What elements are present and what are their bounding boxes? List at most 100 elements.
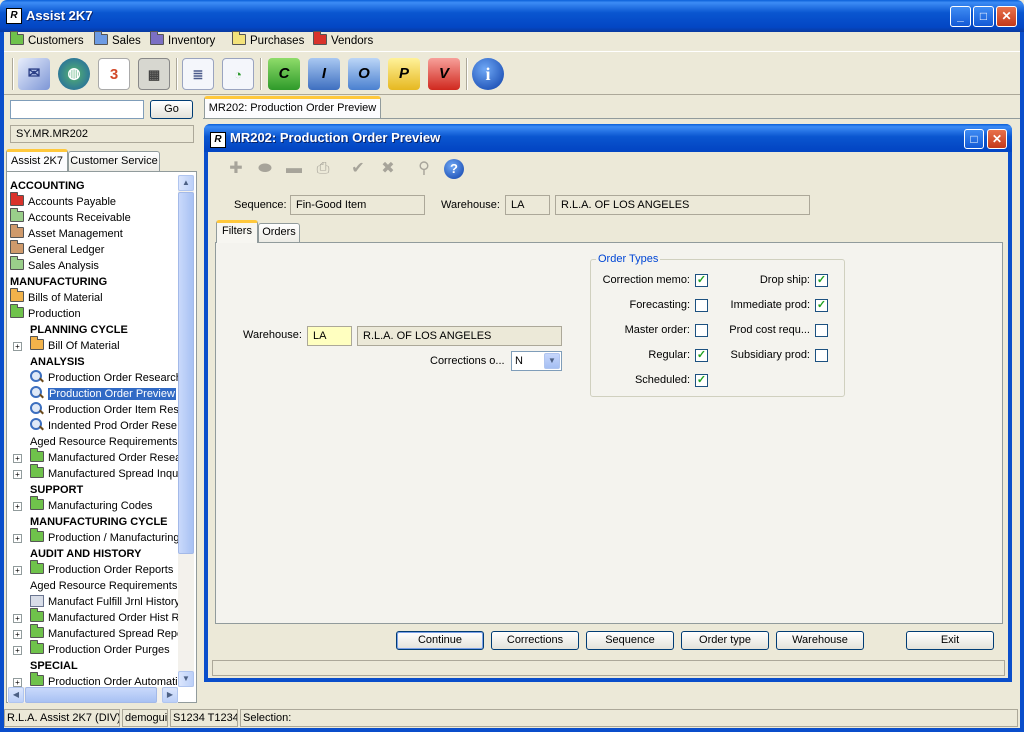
check-icon[interactable]: ✔ <box>348 159 368 179</box>
exit-button[interactable]: Exit <box>906 631 994 650</box>
scroll-down-icon[interactable]: ▼ <box>178 671 194 687</box>
menu-sales[interactable]: Sales <box>94 31 141 49</box>
maximize-button[interactable]: □ <box>973 6 994 27</box>
chevron-down-icon[interactable]: ▼ <box>544 353 560 369</box>
expand-icon[interactable]: + <box>13 454 22 463</box>
tree-item-production-order-reports[interactable]: Production Order Reports <box>30 560 173 578</box>
search-input[interactable] <box>10 100 144 119</box>
tree-item-manufact-fulfill-jrnl-history[interactable]: Manufact Fulfill Jrnl History <box>30 594 180 610</box>
tree-item-bills-of-material[interactable]: Bills of Material <box>10 288 103 306</box>
sequence-field[interactable]: Fin-Good Item <box>290 195 425 215</box>
document-tab[interactable]: MR202: Production Order Preview <box>204 96 381 118</box>
master-order-checkbox[interactable] <box>695 324 708 337</box>
tab-orders[interactable]: Orders <box>258 223 300 242</box>
warehouse-button[interactable]: Warehouse <box>776 631 864 650</box>
tree-item-general-ledger[interactable]: General Ledger <box>10 240 104 258</box>
inner-close-button[interactable]: ✕ <box>987 129 1007 149</box>
mail-icon[interactable]: ✉ <box>18 58 50 90</box>
warehouse-code-field[interactable]: LA <box>505 195 550 215</box>
calendar-icon[interactable]: 3 <box>98 58 130 90</box>
expand-icon[interactable]: + <box>13 342 22 351</box>
tree-item-aged-resource-requirements-f[interactable]: Aged Resource Requirements F <box>30 578 187 594</box>
filter-warehouse-code-input[interactable]: LA <box>307 326 352 346</box>
close-button[interactable]: ✕ <box>996 6 1017 27</box>
scheduled-checkbox[interactable]: ✓ <box>695 374 708 387</box>
go-button[interactable]: Go <box>150 100 193 119</box>
inner-window-title-bar[interactable]: R MR202: Production Order Preview □ ✕ <box>204 124 1012 152</box>
tree-heading-support[interactable]: SUPPORT <box>30 482 83 498</box>
tab-customer-service[interactable]: Customer Service <box>68 151 160 171</box>
corrections-button[interactable]: Corrections <box>491 631 579 650</box>
scroll-right-icon[interactable]: ▶ <box>162 687 178 703</box>
expand-icon[interactable]: + <box>13 534 22 543</box>
help-icon[interactable]: ? <box>444 159 464 179</box>
expand-icon[interactable]: + <box>13 678 22 687</box>
o-folder-icon[interactable]: O <box>348 58 380 90</box>
tree-item-asset-management[interactable]: Asset Management <box>10 224 123 242</box>
tree-heading-manufacturing-cycle[interactable]: MANUFACTURING CYCLE <box>30 514 168 530</box>
add-icon[interactable]: ✚ <box>226 159 246 179</box>
tree-item-manufactured-spread-inquiry[interactable]: Manufactured Spread Inqu <box>30 464 178 482</box>
close-icon[interactable]: ✖ <box>378 159 398 179</box>
forecasting-checkbox[interactable] <box>695 299 708 312</box>
scroll-thumb[interactable] <box>178 192 194 554</box>
expand-icon[interactable]: + <box>13 470 22 479</box>
tree-item-manufactured-order-hist[interactable]: Manufactured Order Hist R <box>30 608 179 626</box>
scroll-thumb[interactable] <box>25 687 157 703</box>
tree-item-manufactured-order-research[interactable]: Manufactured Order Resea <box>30 448 181 466</box>
p-folder-icon[interactable]: P <box>388 58 420 90</box>
app-title-bar[interactable]: R Assist 2K7 _ □ ✕ <box>0 0 1024 32</box>
order-type-button[interactable]: Order type <box>681 631 769 650</box>
tree-item-production-order-preview[interactable]: Production Order Preview <box>30 386 177 402</box>
tree-item-manufacturing-codes[interactable]: Manufacturing Codes <box>30 496 153 514</box>
tree-item-sales-analysis[interactable]: Sales Analysis <box>10 256 99 274</box>
tree-heading-planning-cycle[interactable]: PLANNING CYCLE <box>30 322 128 338</box>
subsidiary-prod-checkbox[interactable] <box>815 349 828 362</box>
tree-heading-manufacturing[interactable]: MANUFACTURING <box>10 274 107 290</box>
tree-heading-analysis[interactable]: ANALYSIS <box>30 354 85 370</box>
tree-item-accounts-payable[interactable]: Accounts Payable <box>10 192 116 210</box>
print-icon[interactable]: ⎙ <box>313 159 333 179</box>
menu-customers[interactable]: Customers <box>10 31 84 49</box>
calculator-icon[interactable]: ▦ <box>138 58 170 90</box>
menu-vendors[interactable]: Vendors <box>313 31 373 49</box>
prod-cost-required-checkbox[interactable] <box>815 324 828 337</box>
v-folder-icon[interactable]: V <box>428 58 460 90</box>
i-folder-icon[interactable]: I <box>308 58 340 90</box>
sequence-button[interactable]: Sequence <box>586 631 674 650</box>
c-folder-icon[interactable]: C <box>268 58 300 90</box>
minimize-button[interactable]: _ <box>950 6 971 27</box>
tree-item-accounts-receivable[interactable]: Accounts Receivable <box>10 208 131 226</box>
tree-heading-audit-and-history[interactable]: AUDIT AND HISTORY <box>30 546 141 562</box>
tab-filters[interactable]: Filters <box>216 220 258 243</box>
expand-icon[interactable]: + <box>13 502 22 511</box>
tree-vertical-scrollbar[interactable]: ▲ ▼ <box>178 175 194 687</box>
expand-icon[interactable]: + <box>13 646 22 655</box>
delete-icon[interactable]: ▬ <box>284 159 304 179</box>
cancel-oval-icon[interactable]: ⬬ <box>255 159 275 179</box>
report-icon[interactable]: ≣ <box>182 58 214 90</box>
continue-button[interactable]: Continue <box>396 631 484 650</box>
tree-item-production-order-item-research[interactable]: Production Order Item Res <box>30 402 179 418</box>
expand-icon[interactable]: + <box>13 630 22 639</box>
tab-assist-2k7[interactable]: Assist 2K7 <box>6 149 68 172</box>
expand-icon[interactable]: + <box>13 614 22 623</box>
menu-inventory[interactable]: Inventory <box>150 31 215 49</box>
tree-item-indented-prod-order-research[interactable]: Indented Prod Order Rese <box>30 418 177 434</box>
drop-ship-checkbox[interactable]: ✓ <box>815 274 828 287</box>
menu-purchases[interactable]: Purchases <box>232 31 304 49</box>
scroll-up-icon[interactable]: ▲ <box>178 175 194 191</box>
tree-item-production-order-purges[interactable]: Production Order Purges <box>30 640 170 658</box>
corrections-only-select[interactable]: N ▼ <box>511 351 562 371</box>
tree-item-aged-resource-requirements[interactable]: Aged Resource Requirements <box>30 434 177 450</box>
search-icon[interactable]: ⚲ <box>414 159 434 179</box>
correction-memo-checkbox[interactable]: ✓ <box>695 274 708 287</box>
chart-report-icon[interactable]: ◔ <box>222 58 254 90</box>
tree-item-manufactured-spread-reports[interactable]: Manufactured Spread Repo <box>30 624 183 642</box>
inner-maximize-button[interactable]: □ <box>964 129 984 149</box>
info-icon[interactable]: i <box>472 58 504 90</box>
tree-heading-accounting[interactable]: ACCOUNTING <box>10 178 85 194</box>
tree-horizontal-scrollbar[interactable]: ◀ ▶ <box>8 687 178 703</box>
expand-icon[interactable]: + <box>13 566 22 575</box>
tree-item-production-manufacturing[interactable]: Production / Manufacturing <box>30 528 179 546</box>
